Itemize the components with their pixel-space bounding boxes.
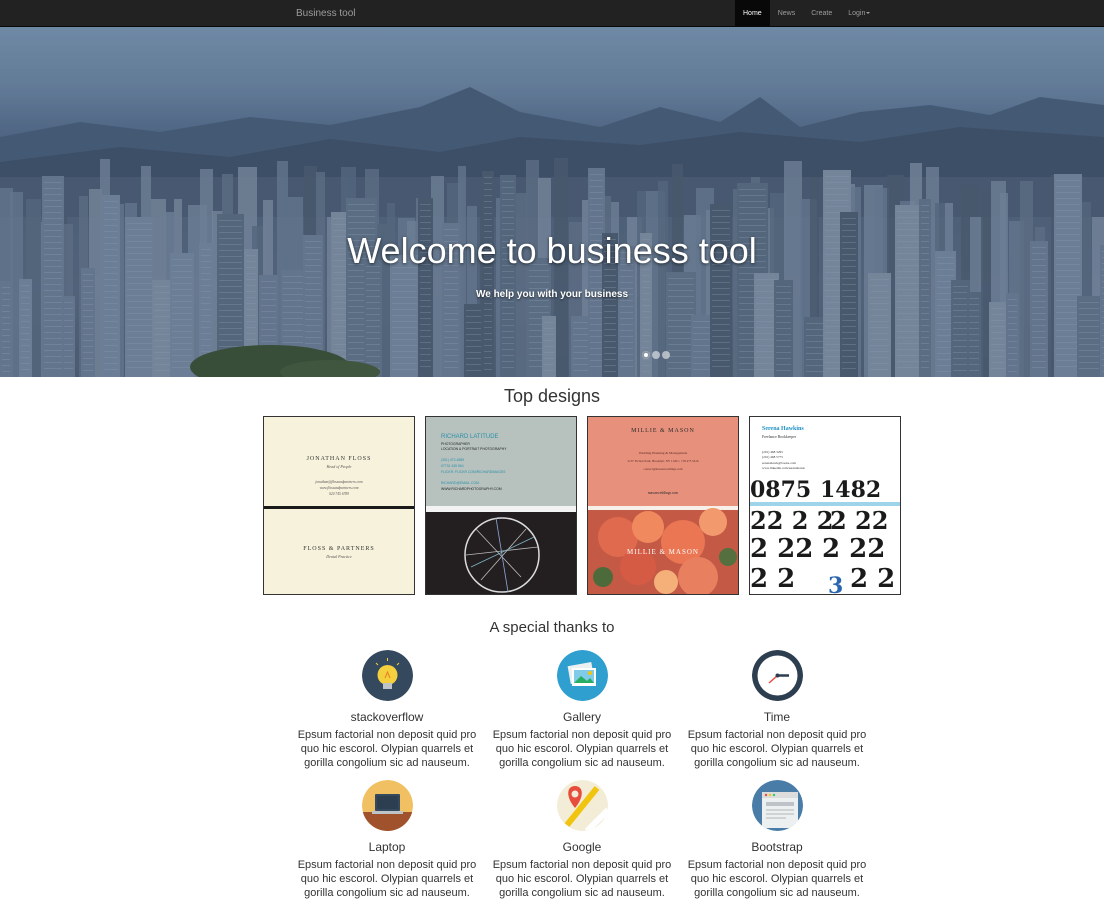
nav-home[interactable]: Home <box>735 0 770 27</box>
design-card-richard[interactable]: RICHARD LATITUDE PHOTOGRAPHER LOCATION &… <box>425 416 577 595</box>
design-card-serena[interactable]: Serena Hawkins Freelance Bookkeeper (201… <box>749 416 901 595</box>
feature-text: Epsum factorial non deposit quid pro quo… <box>687 859 867 899</box>
carousel-indicator-1[interactable] <box>642 351 650 359</box>
special-thanks-heading: A special thanks to <box>489 619 615 636</box>
feature-name: Google <box>562 840 602 854</box>
feature-bootstrap: Bootstrap Epsum factorial non deposit qu… <box>687 780 867 900</box>
feature-gallery: Gallery Epsum factorial non deposit quid… <box>492 650 672 770</box>
lightbulb-icon <box>361 650 413 701</box>
nav-create[interactable]: Create <box>803 0 840 27</box>
svg-text:2 2: 2 2 <box>750 564 795 594</box>
svg-text:2 2: 2 2 <box>850 564 895 594</box>
svg-text:0875: 0875 <box>750 477 811 503</box>
card4-role: Freelance Bookkeeper <box>762 435 797 439</box>
svg-text:2 22: 2 22 <box>830 506 888 535</box>
card3-line3: contact@masonweddings.com <box>644 467 683 471</box>
card4-line4: www.linkedin.com/serenahawk <box>762 466 805 470</box>
laptop-icon <box>361 780 413 831</box>
clock-icon <box>751 650 803 701</box>
caret-down-icon <box>866 12 871 15</box>
svg-text:2 22: 2 22 <box>750 534 813 564</box>
card2-line1: PHOTOGRAPHER <box>441 442 470 446</box>
carousel-indicators <box>642 351 670 359</box>
feature-text: Epsum factorial non deposit quid pro quo… <box>492 729 672 769</box>
card1-role: Head of People <box>326 464 352 469</box>
card4-line2: (201) 468 5775 <box>762 455 783 459</box>
nav-news[interactable]: News <box>770 0 804 27</box>
carousel-indicator-2[interactable] <box>652 351 660 359</box>
svg-text:2 22: 2 22 <box>822 534 885 564</box>
card3-line1: Wedding Planning & Management <box>639 451 688 455</box>
card1-company: FLOSS & PARTNERS <box>303 546 374 552</box>
city-skyline-image <box>0 27 1104 377</box>
top-designs-heading: Top designs <box>503 386 601 406</box>
feature-text: Epsum factorial non deposit quid pro quo… <box>492 859 672 899</box>
hero-title: Welcome to business tool <box>347 230 757 271</box>
feature-stackoverflow: stackoverflow Epsum factorial non deposi… <box>297 650 477 770</box>
feature-name: stackoverflow <box>350 710 424 724</box>
feature-name: Bootstrap <box>751 840 803 854</box>
feature-time: Time Epsum factorial non deposit quid pr… <box>687 650 867 770</box>
browser-window-icon <box>751 780 803 831</box>
card4-line1: (201) 468 3295 <box>762 450 783 454</box>
card2-line2: LOCATION & PORTRAIT PHOTOGRAPHY <box>441 447 507 451</box>
nav-links: Home News Create Login <box>735 0 878 27</box>
card2-name: RICHARD LATITUDE <box>441 434 499 440</box>
card3-name: MILLIE & MASON <box>631 428 695 434</box>
navbar: Business tool Home News Create Login <box>0 0 1104 27</box>
card2-line3: (301) 472-4589 <box>441 458 464 462</box>
nav-login-label: Login <box>848 10 866 17</box>
card2-line6: RICHARD@EMAIL.COM <box>441 481 479 485</box>
card1-line3: 020 745 6789 <box>329 492 349 496</box>
gallery-icon <box>556 650 608 701</box>
card2-line7: WWW.RICHARDPHOTOGRAPHY.COM <box>441 487 502 491</box>
feature-name: Laptop <box>368 840 406 854</box>
brand-link[interactable]: Business tool <box>296 0 355 27</box>
card3-line4: masonweddings.com <box>648 491 678 495</box>
card2-line4: 07731 435 564 <box>441 464 464 468</box>
svg-text:1482: 1482 <box>820 477 881 503</box>
card2-line5: FLICKR: FLICKR.COM/RICHARDIMAGES <box>441 470 506 474</box>
map-pin-icon <box>556 780 608 831</box>
feature-text: Epsum factorial non deposit quid pro quo… <box>297 729 477 769</box>
card3-overlay: MILLIE & MASON <box>627 548 699 556</box>
hero-carousel[interactable]: Welcome to business tool We help you wit… <box>0 27 1104 377</box>
card4-line3: serenahawk@books.com <box>762 461 796 465</box>
nav-login-dropdown[interactable]: Login <box>840 0 878 27</box>
carousel-indicator-3[interactable] <box>662 351 670 359</box>
feature-name: Gallery <box>562 710 601 724</box>
card1-line2: www.flossandpartners.com <box>320 486 359 490</box>
card1-tagline: Dental Practice <box>325 554 352 559</box>
hero-subtitle: We help you with your business <box>475 289 629 300</box>
card4-name: Serena Hawkins <box>762 426 804 432</box>
card1-line1: jonathan@flossandpartners.com <box>314 480 363 484</box>
svg-text:22 2 2: 22 2 2 <box>750 506 834 535</box>
card1-name: JONATHAN FLOSS <box>307 456 372 462</box>
feature-text: Epsum factorial non deposit quid pro quo… <box>297 859 477 899</box>
svg-text:3: 3 <box>828 573 843 594</box>
feature-google: Google Epsum factorial non deposit quid … <box>492 780 672 900</box>
design-card-floss[interactable]: JONATHAN FLOSS Head of People jonathan@f… <box>263 416 415 595</box>
feature-text: Epsum factorial non deposit quid pro quo… <box>687 729 867 769</box>
feature-name: Time <box>763 710 791 724</box>
design-card-millie-mason[interactable]: MILLIE & MASON Wedding Planning & Manage… <box>587 416 739 595</box>
feature-laptop: Laptop Epsum factorial non deposit quid … <box>297 780 477 900</box>
